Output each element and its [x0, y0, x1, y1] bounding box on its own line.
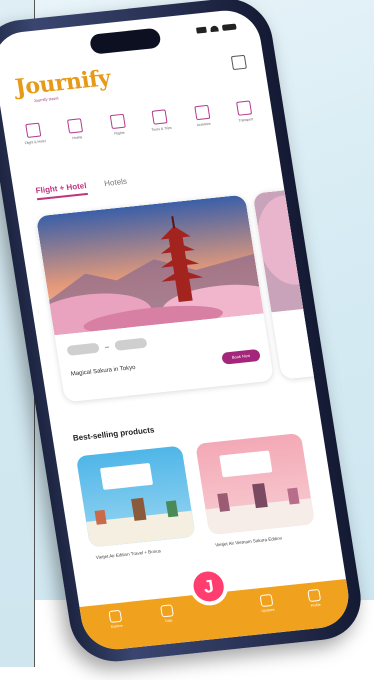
product-image	[75, 445, 196, 548]
featured-title: Magical Sakura in Tokyo	[70, 364, 136, 378]
tour-icon	[151, 109, 168, 125]
product-image	[195, 432, 316, 536]
bag-icon	[160, 604, 174, 618]
product-card[interactable]: Vietjet Air Edition Travel + Bonus	[75, 445, 202, 586]
category-tours[interactable]: Tours & Trips	[140, 108, 181, 133]
product-illustration	[205, 483, 316, 536]
featured-image	[35, 194, 264, 336]
tab-flight-hotel[interactable]: Flight + Hotel	[35, 181, 88, 201]
date-chip[interactable]	[114, 337, 148, 351]
compass-icon	[108, 609, 123, 623]
product-illustration	[86, 497, 196, 548]
car-icon	[235, 100, 253, 116]
category-flights[interactable]: Flights	[98, 112, 139, 137]
tab-bar: Flight + Hotel Hotels	[35, 177, 129, 201]
product-name: Vietjet Air Edition Travel + Bonus	[95, 548, 162, 561]
book-now-button[interactable]: Book Now	[221, 348, 261, 365]
dynamic-island	[88, 27, 162, 55]
cart-icon[interactable]	[230, 54, 247, 71]
hotel-icon	[67, 118, 84, 134]
phone-screen: Journify Journify travel Flight & Hotel …	[0, 7, 354, 653]
suitcase-icon	[25, 122, 42, 138]
tab-hotels[interactable]: Hotels	[104, 177, 129, 193]
app-logo[interactable]: Journify	[13, 65, 112, 101]
date-chip[interactable]	[66, 342, 100, 356]
bell-icon	[259, 593, 274, 608]
product-name: Vietjet Air Vietnam Sakura Edition	[214, 535, 283, 548]
category-bar: Flight & Hotel Hotels Flights Tours & Tr…	[13, 99, 265, 146]
ticket-icon	[193, 104, 210, 121]
product-card[interactable]: Vietjet Air Vietnam Sakura Edition	[195, 432, 321, 573]
plane-icon	[109, 113, 126, 130]
user-icon	[307, 588, 322, 603]
category-flight-hotel[interactable]: Flight & Hotel	[13, 121, 54, 146]
category-activities[interactable]: Activities	[182, 104, 223, 129]
featured-card[interactable]: Magical Sakura in Tokyo Book Now	[35, 194, 275, 403]
category-transport[interactable]: Transport	[224, 99, 265, 124]
wifi-icon	[209, 25, 219, 33]
date-chips	[66, 337, 148, 356]
category-hotels[interactable]: Hotels	[55, 117, 96, 142]
battery-icon	[221, 23, 237, 31]
section-title: Best-selling products	[72, 425, 156, 443]
signal-icon	[195, 26, 207, 34]
status-bar	[195, 23, 237, 34]
app-tagline: Journify travel	[33, 95, 59, 104]
